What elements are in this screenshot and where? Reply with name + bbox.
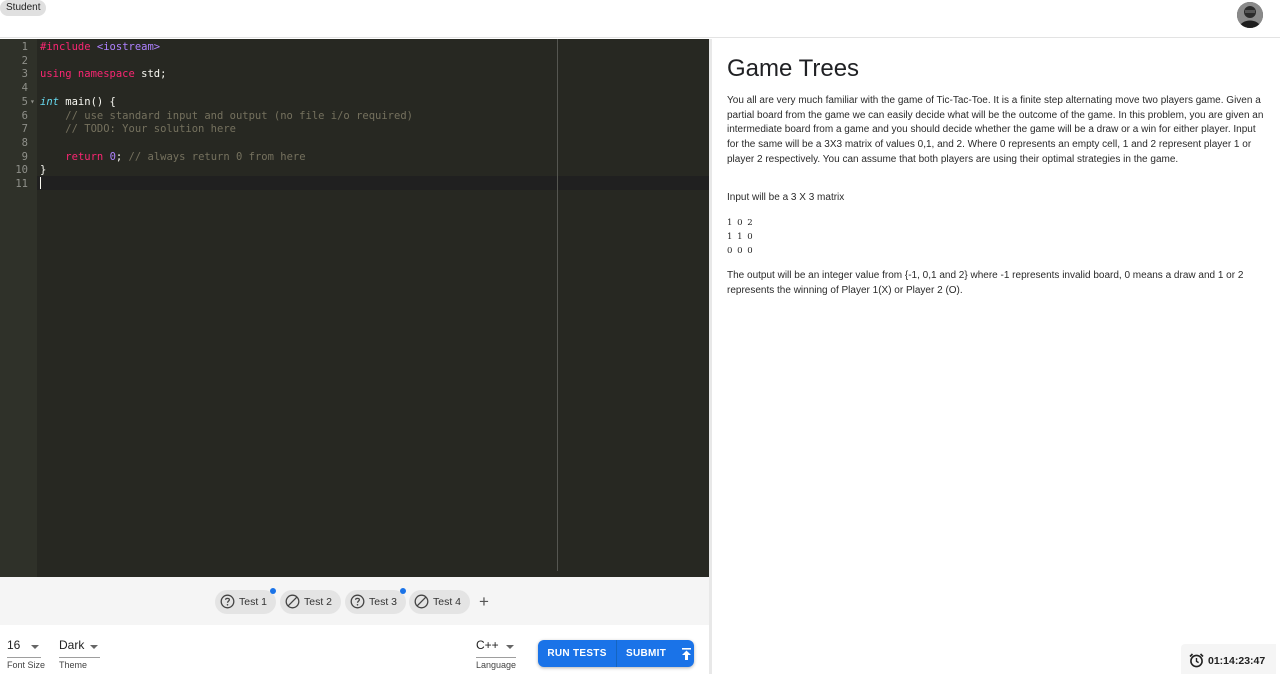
code-line[interactable]: 4 bbox=[0, 81, 709, 95]
matrix-row: 0 0 0 bbox=[727, 246, 754, 256]
code-text: } bbox=[40, 163, 46, 177]
code-token: std; bbox=[134, 68, 167, 81]
output-description: The output will be an integer value from… bbox=[727, 270, 1244, 296]
font-size-value: 16 bbox=[7, 638, 21, 652]
test-chip-label: Test 3 bbox=[369, 596, 398, 608]
question-circle-icon bbox=[350, 594, 365, 609]
code-token: } bbox=[40, 164, 47, 177]
user-avatar-icon[interactable] bbox=[1237, 2, 1263, 28]
theme-select[interactable]: Dark bbox=[59, 636, 100, 658]
test-chip-label: Test 2 bbox=[304, 596, 333, 608]
line-number: 1 bbox=[21, 41, 28, 53]
code-text: // use standard input and output (no fil… bbox=[40, 109, 413, 123]
test-chip-label: Test 1 bbox=[239, 596, 268, 608]
role-chip: Student bbox=[0, 0, 47, 16]
line-number: 5 bbox=[21, 95, 28, 108]
matrix-row: 1 1 0 bbox=[727, 232, 754, 242]
line-number: 2 bbox=[21, 54, 28, 67]
matrix-row: 1 0 2 bbox=[727, 218, 754, 228]
code-text: // TODO: Your solution here bbox=[40, 122, 236, 136]
code-line[interactable]: 8 bbox=[0, 136, 709, 150]
test-chip[interactable]: Test 2 bbox=[280, 590, 342, 614]
chevron-down-icon bbox=[90, 645, 98, 649]
test-chip[interactable]: Test 1 bbox=[215, 588, 277, 614]
line-number: 6 bbox=[21, 109, 28, 122]
code-token: using namespace bbox=[40, 68, 135, 81]
timer-value: 01:14:23:47 bbox=[1208, 655, 1266, 667]
language-select[interactable]: C++ bbox=[476, 636, 516, 658]
code-line[interactable]: 11 bbox=[0, 177, 709, 191]
line-number: 10 bbox=[15, 164, 28, 177]
submit-button[interactable]: SUBMIT bbox=[617, 640, 694, 667]
code-token: ; bbox=[115, 150, 129, 163]
line-number: 11 bbox=[15, 178, 28, 190]
chevron-down-icon bbox=[31, 645, 39, 649]
code-line[interactable]: 9 return 0; // always return 0 from here bbox=[0, 150, 709, 164]
code-text: using namespace std; bbox=[40, 67, 166, 81]
code-line[interactable]: 6 // use standard input and output (no f… bbox=[0, 109, 709, 123]
code-token: #include bbox=[40, 41, 97, 53]
line-number: 4 bbox=[21, 82, 28, 95]
status-dot bbox=[270, 588, 277, 594]
test-chip[interactable]: Test 3 bbox=[345, 588, 407, 614]
language-label: Language bbox=[476, 660, 517, 670]
question-circle-icon bbox=[220, 594, 235, 609]
code-token: main() { bbox=[58, 95, 116, 108]
input-description: Input will be a 3 X 3 matrix bbox=[727, 192, 845, 203]
top-bar: Student bbox=[0, 0, 1280, 38]
code-line[interactable]: 2 bbox=[0, 54, 709, 68]
code-line[interactable]: 1 #include <iostream> bbox=[0, 40, 709, 54]
status-dot bbox=[400, 588, 407, 594]
code-line[interactable]: 3 using namespace std; bbox=[0, 67, 709, 81]
code-token: <iostream> bbox=[96, 41, 161, 53]
text-cursor bbox=[40, 177, 41, 189]
add-test-button[interactable]: + bbox=[476, 592, 492, 612]
code-token: // use standard input and output (no fil… bbox=[40, 109, 413, 122]
blocked-circle-icon bbox=[285, 594, 300, 609]
font-size-select[interactable]: 16 bbox=[7, 636, 41, 658]
theme-value: Dark bbox=[59, 638, 85, 652]
alarm-clock-icon bbox=[1189, 653, 1204, 668]
code-editor[interactable]: 1 #include <iostream> 2 3 using namespace st… bbox=[0, 39, 709, 577]
problem-panel: Game Trees You all are very much familia… bbox=[712, 39, 1280, 639]
code-line[interactable]: 7 // TODO: Your solution here bbox=[0, 122, 709, 136]
line-number: 3 bbox=[21, 68, 28, 81]
test-chip[interactable]: Test 4 bbox=[409, 590, 471, 614]
code-token: // TODO: Your solution here bbox=[40, 123, 236, 136]
code-token: return bbox=[65, 150, 104, 163]
action-button-group: RUN TESTS SUBMIT bbox=[538, 640, 694, 667]
language-value: C++ bbox=[476, 638, 499, 652]
line-number: 7 bbox=[21, 123, 28, 136]
code-line[interactable]: 10} bbox=[0, 163, 709, 177]
code-text: #include <iostream> bbox=[40, 40, 160, 54]
line-number: 9 bbox=[21, 150, 28, 163]
fold-toggle-icon[interactable]: ▾ bbox=[30, 95, 37, 109]
code-token: // always return 0 from here bbox=[128, 150, 306, 163]
chevron-down-icon bbox=[506, 645, 514, 649]
font-size-label: Font Size bbox=[7, 660, 46, 670]
code-text: return 0; // always return 0 from here bbox=[40, 150, 306, 164]
line-number: 8 bbox=[21, 136, 28, 149]
problem-description: You all are very much familiar with the … bbox=[727, 95, 1264, 165]
test-chip-label: Test 4 bbox=[433, 596, 462, 608]
submit-label: SUBMIT bbox=[626, 648, 667, 659]
theme-label: Theme bbox=[59, 660, 88, 670]
upload-arrow-icon bbox=[682, 648, 691, 660]
blocked-circle-icon bbox=[414, 594, 429, 609]
run-tests-button[interactable]: RUN TESTS bbox=[538, 640, 616, 667]
problem-title: Game Trees bbox=[727, 55, 860, 82]
code-line[interactable]: 5 ▾ int main() { bbox=[0, 95, 709, 109]
countdown-timer: 01:14:23:47 bbox=[1181, 644, 1276, 674]
code-text: int main() { bbox=[40, 95, 116, 109]
code-token: int bbox=[40, 95, 59, 108]
